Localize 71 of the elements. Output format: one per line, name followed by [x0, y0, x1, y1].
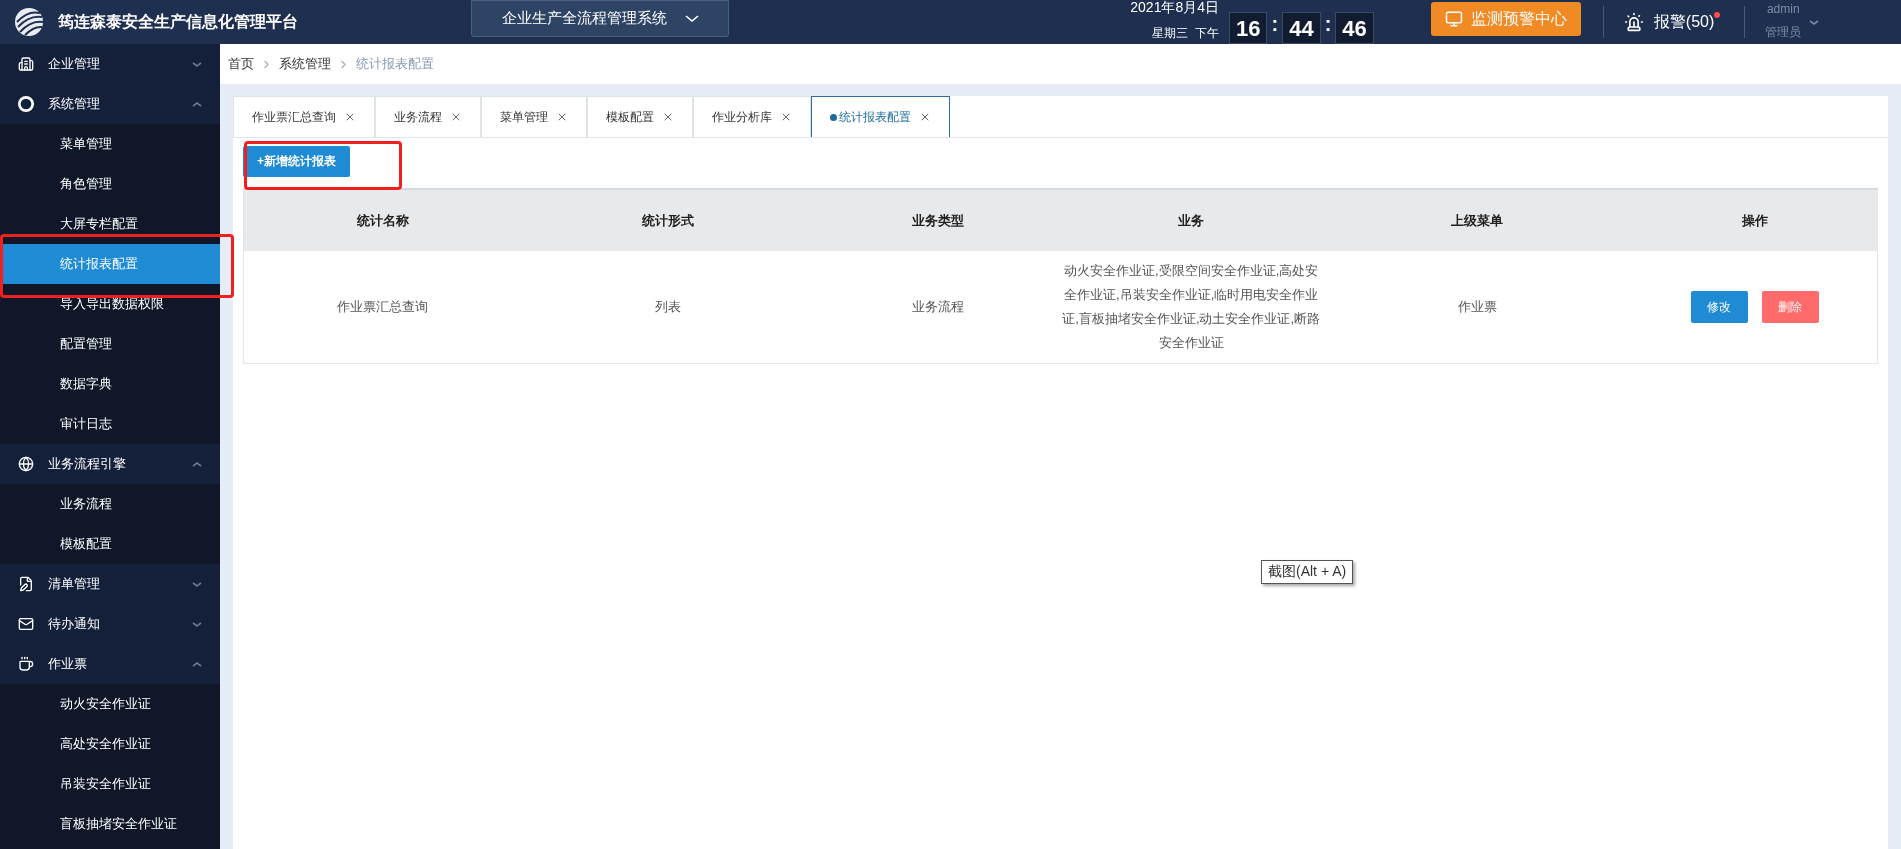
column-header: 操作 [1632, 189, 1878, 251]
sidebar-group[interactable]: 业务流程引擎 [0, 444, 220, 484]
clock-digits: 44 [1282, 12, 1321, 44]
building-icon [18, 56, 34, 72]
chevron-down-icon [192, 621, 202, 627]
app-title: 筠连森泰安全生产信息化管理平台 [58, 11, 298, 32]
siren-icon [1623, 12, 1644, 32]
ring-icon [18, 96, 34, 112]
sidebar-group-label: 清单管理 [48, 575, 101, 593]
chevron-up-icon [192, 101, 202, 107]
close-icon[interactable] [450, 111, 462, 123]
close-icon[interactable] [780, 111, 792, 123]
column-header: 上级菜单 [1321, 189, 1633, 251]
tooltip: 截图(Alt + A) [1261, 560, 1354, 584]
cup-icon [18, 656, 34, 672]
clock-colon: : [1271, 13, 1279, 37]
sidebar-group-label: 业务流程引擎 [48, 455, 127, 473]
breadcrumb-link[interactable]: 系统管理 [279, 55, 331, 73]
date-text: 2021年8月4日 [1130, 0, 1219, 17]
logo-icon [14, 7, 44, 37]
table-cell: 动火安全作业证,受限空间安全作业证,高处安全作业证,吊装安全作业证,临时用电安全作业证,盲板抽堵安全作业证,动土安全作业证,断路安全作业证 [1060, 251, 1322, 364]
sidebar-group-label: 作业票 [48, 655, 88, 673]
clock-digits: 46 [1335, 12, 1374, 44]
tab[interactable]: 业务流程 [375, 96, 481, 137]
globe-icon [18, 456, 34, 472]
tab[interactable]: 菜单管理 [481, 96, 587, 137]
table-cell: 业务流程 [815, 251, 1061, 364]
user-role: 管理员 [1765, 24, 1802, 41]
close-icon[interactable] [344, 111, 356, 123]
table-cell: 列表 [521, 251, 816, 364]
system-select[interactable]: 企业生产全流程管理系统 [471, 0, 729, 37]
document-icon [18, 576, 34, 592]
add-report-button[interactable]: +新增统计报表 [243, 146, 350, 177]
sidebar-group[interactable]: 待办通知 [0, 604, 220, 644]
tab[interactable]: 作业票汇总查询 [233, 96, 375, 137]
chevron-down-icon [684, 15, 699, 22]
sidebar-group[interactable]: 系统管理 [0, 84, 220, 124]
tab[interactable]: 模板配置 [587, 96, 693, 137]
close-icon[interactable] [919, 111, 931, 123]
sidebar-group-label: 系统管理 [48, 95, 101, 113]
tab[interactable]: 作业分析库 [693, 96, 811, 137]
clock-digits: 16 [1229, 12, 1268, 44]
sidebar-group-label: 待办通知 [48, 615, 101, 633]
close-icon[interactable] [556, 111, 568, 123]
alarm-link[interactable]: 报警(50) [1653, 11, 1715, 33]
clock-colon: : [1324, 13, 1332, 37]
mail-icon [18, 616, 34, 632]
user-name: admin [1766, 2, 1800, 16]
sidebar-group[interactable]: 作业票 [0, 644, 220, 684]
edit-button[interactable]: 修改 [1690, 291, 1748, 323]
sidebar-item[interactable]: 统计报表配置 [0, 244, 220, 284]
close-icon[interactable] [662, 111, 674, 123]
sidebar-group-label: 企业管理 [48, 55, 101, 73]
chevron-up-icon [192, 661, 202, 667]
weekday-text: 星期三 下午 [1152, 25, 1219, 42]
sidebar-group[interactable]: 企业管理 [0, 44, 220, 84]
sidebar-group[interactable]: 清单管理 [0, 564, 220, 604]
column-header: 统计形式 [521, 189, 816, 251]
chevron-up-icon [192, 461, 202, 467]
column-header: 业务 [1060, 189, 1322, 251]
column-header: 统计名称 [243, 189, 522, 251]
chevron-down-icon [1809, 19, 1820, 25]
table-cell: 作业票 [1321, 251, 1633, 364]
chevron-down-icon [192, 581, 202, 587]
breadcrumb-link[interactable]: 首页 [228, 55, 254, 73]
tab[interactable]: 统计报表配置 [811, 96, 950, 137]
table-cell: 作业票汇总查询 [243, 251, 522, 364]
monitor-icon [1444, 10, 1463, 28]
column-header: 业务类型 [815, 189, 1061, 251]
chevron-down-icon [192, 61, 202, 67]
active-dot [830, 113, 837, 121]
